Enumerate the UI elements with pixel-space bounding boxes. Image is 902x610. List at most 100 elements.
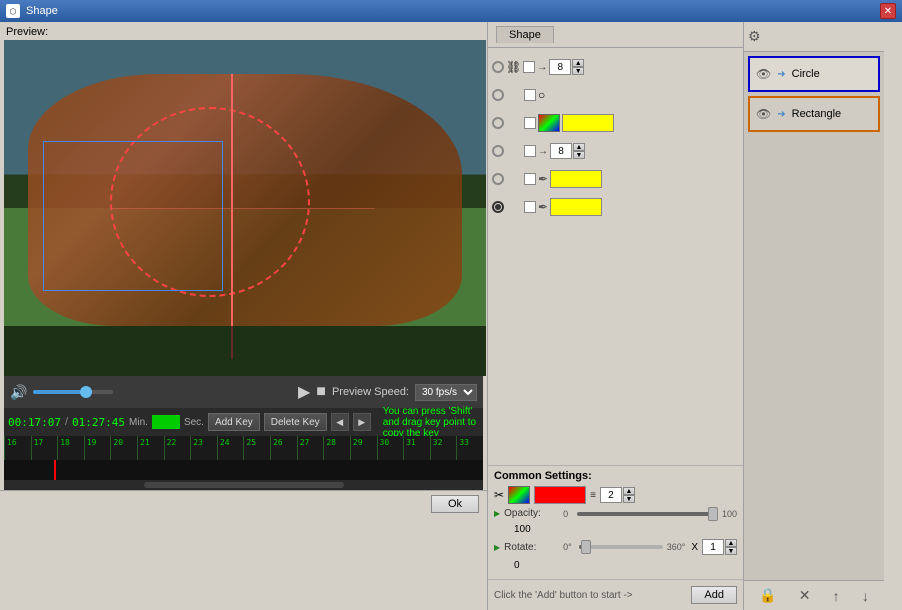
- spin-up-1[interactable]: ▲: [572, 59, 584, 67]
- shape-list-actions: 🔒 ✕ ↑ ↓: [744, 580, 884, 610]
- checkbox-2[interactable]: [524, 89, 536, 101]
- shape-item-rectangle[interactable]: 👁 ➜ Rectangle: [748, 96, 880, 132]
- rotate-label: Rotate:: [504, 542, 559, 553]
- ok-button[interactable]: Ok: [431, 495, 479, 513]
- opacity-min: 0: [563, 509, 573, 519]
- video-overlay-bottom: [4, 326, 486, 376]
- spin-down-1[interactable]: ▼: [572, 67, 584, 75]
- fps-select[interactable]: 30 fps/s: [415, 384, 477, 401]
- volume-icon: 🔊: [10, 384, 27, 401]
- rotate-value: 0: [514, 560, 520, 571]
- close-button[interactable]: ✕: [880, 3, 896, 19]
- eye-icon-circle: 👁: [756, 67, 771, 81]
- move-down-button[interactable]: ↓: [862, 588, 869, 604]
- spin-input-4[interactable]: [550, 143, 572, 159]
- color-picker-common[interactable]: [508, 486, 530, 504]
- circle-icon: ○: [538, 88, 545, 102]
- controls-bar: 🔊 ▶ ■ Preview Speed: 30 fps/s: [4, 376, 483, 408]
- shape-tab: Shape: [488, 22, 743, 48]
- rotate-min: 0°: [563, 542, 575, 552]
- radio-2[interactable]: [492, 89, 504, 101]
- radio-3[interactable]: [492, 117, 504, 129]
- shape-list-panel: ⚙ 👁 ➜ Circle 👁 ➜ Rectangle 🔒 ✕ ↑ ↓: [744, 22, 884, 610]
- radio-5[interactable]: [492, 173, 504, 185]
- yellow-btn-3[interactable]: [562, 114, 614, 132]
- next-key-button[interactable]: ▶: [353, 413, 371, 431]
- prev-key-button[interactable]: ◀: [331, 413, 349, 431]
- volume-slider[interactable]: [33, 390, 113, 394]
- rotate-triangle-icon: ▶: [494, 543, 500, 552]
- opacity-slider[interactable]: [577, 512, 718, 516]
- delete-shape-button[interactable]: ✕: [799, 587, 811, 604]
- checkbox-4[interactable]: [524, 145, 536, 157]
- rotate-max: 360°: [667, 542, 686, 552]
- feather-icon-6: ✒: [538, 200, 548, 214]
- shape-row-5: ✒: [492, 166, 739, 192]
- delete-key-button[interactable]: Delete Key: [264, 413, 327, 431]
- color-settings-row: ✂ ≡ ▲ ▼: [494, 486, 737, 504]
- add-key-button[interactable]: Add Key: [208, 413, 260, 431]
- red-color-btn[interactable]: [534, 486, 586, 504]
- checkbox-5[interactable]: [524, 173, 536, 185]
- spin-input-rotate[interactable]: [702, 539, 724, 555]
- fps-label: Preview Speed:: [332, 386, 409, 398]
- radio-4[interactable]: [492, 145, 504, 157]
- timeline-ruler: 16 17 18 19 20 21 22 23 24 25 26 27 28 2…: [4, 436, 483, 460]
- checkbox-1[interactable]: [523, 61, 535, 73]
- opacity-fill: [577, 512, 718, 516]
- checkbox-3[interactable]: [524, 117, 536, 129]
- opacity-thumb: [708, 507, 718, 521]
- opacity-label: Opacity:: [504, 508, 559, 519]
- spin-down-4[interactable]: ▼: [573, 151, 585, 159]
- rotate-slider[interactable]: [579, 545, 663, 549]
- window-title: Shape: [26, 5, 58, 17]
- shape-rows: ⛓ → ▲ ▼ ○: [488, 48, 743, 465]
- play-button[interactable]: ▶: [298, 382, 310, 402]
- volume-fill: [33, 390, 81, 394]
- rectangle-overlay: [43, 141, 223, 291]
- timeline-controls: 00:17:07 / 01:27:45 Min. Sec. Add Key De…: [4, 408, 483, 436]
- spin-up-rotate[interactable]: ▲: [725, 539, 737, 547]
- tab-shape[interactable]: Shape: [496, 26, 554, 43]
- status-message: You can press 'Shift' and drag key point…: [375, 406, 479, 439]
- volume-thumb: [80, 386, 92, 398]
- add-button[interactable]: Add: [691, 586, 737, 604]
- timeline-track[interactable]: [4, 460, 483, 480]
- yellow-btn-6[interactable]: [550, 198, 602, 216]
- spin-4: ▲ ▼: [550, 143, 585, 159]
- move-up-button[interactable]: ↑: [833, 588, 840, 604]
- shape-row-4: → ▲ ▼: [492, 138, 739, 164]
- lock-button[interactable]: 🔒: [759, 587, 776, 604]
- spin-input-common[interactable]: [600, 487, 622, 503]
- rotate-x-label: X: [691, 542, 698, 553]
- spin-down-common[interactable]: ▼: [623, 495, 635, 503]
- radio-1[interactable]: [492, 61, 504, 73]
- opacity-value: 100: [514, 524, 531, 535]
- bottom-bar: Ok: [0, 490, 487, 516]
- yellow-btn-5[interactable]: [550, 170, 602, 188]
- chain-icon: ⛓: [506, 60, 521, 74]
- timeline-scrollbar[interactable]: [4, 480, 483, 490]
- rotate-row: ▶ Rotate: 0° 360° X ▲ ▼: [494, 539, 737, 555]
- shape-row-3: [492, 110, 739, 136]
- spin-down-rotate[interactable]: ▼: [725, 547, 737, 555]
- radio-6[interactable]: [492, 201, 504, 213]
- rotate-thumb: [581, 540, 591, 554]
- ruler-numbers: 16 17 18 19 20 21 22 23 24 25 26 27 28 2…: [4, 436, 483, 460]
- stop-button[interactable]: ■: [316, 383, 326, 401]
- checkbox-6[interactable]: [524, 201, 536, 213]
- min-input[interactable]: [152, 415, 180, 429]
- spin-up-common[interactable]: ▲: [623, 487, 635, 495]
- add-area: Click the 'Add' button to start -> Add: [488, 579, 743, 610]
- spin-input-1[interactable]: [549, 59, 571, 75]
- shape-row-1: ⛓ → ▲ ▼: [492, 54, 739, 80]
- sec-label: Sec.: [184, 417, 204, 428]
- color-picker-3[interactable]: [538, 114, 560, 132]
- arrow-icon-4: →: [538, 146, 548, 157]
- shape-item-circle[interactable]: 👁 ➜ Circle: [748, 56, 880, 92]
- opacity-row: ▶ Opacity: 0 100: [494, 508, 737, 519]
- add-hint: Click the 'Add' button to start ->: [494, 590, 685, 601]
- scissors-icon: ✂: [494, 488, 504, 502]
- min-label: Min.: [129, 417, 148, 428]
- spin-up-4[interactable]: ▲: [573, 143, 585, 151]
